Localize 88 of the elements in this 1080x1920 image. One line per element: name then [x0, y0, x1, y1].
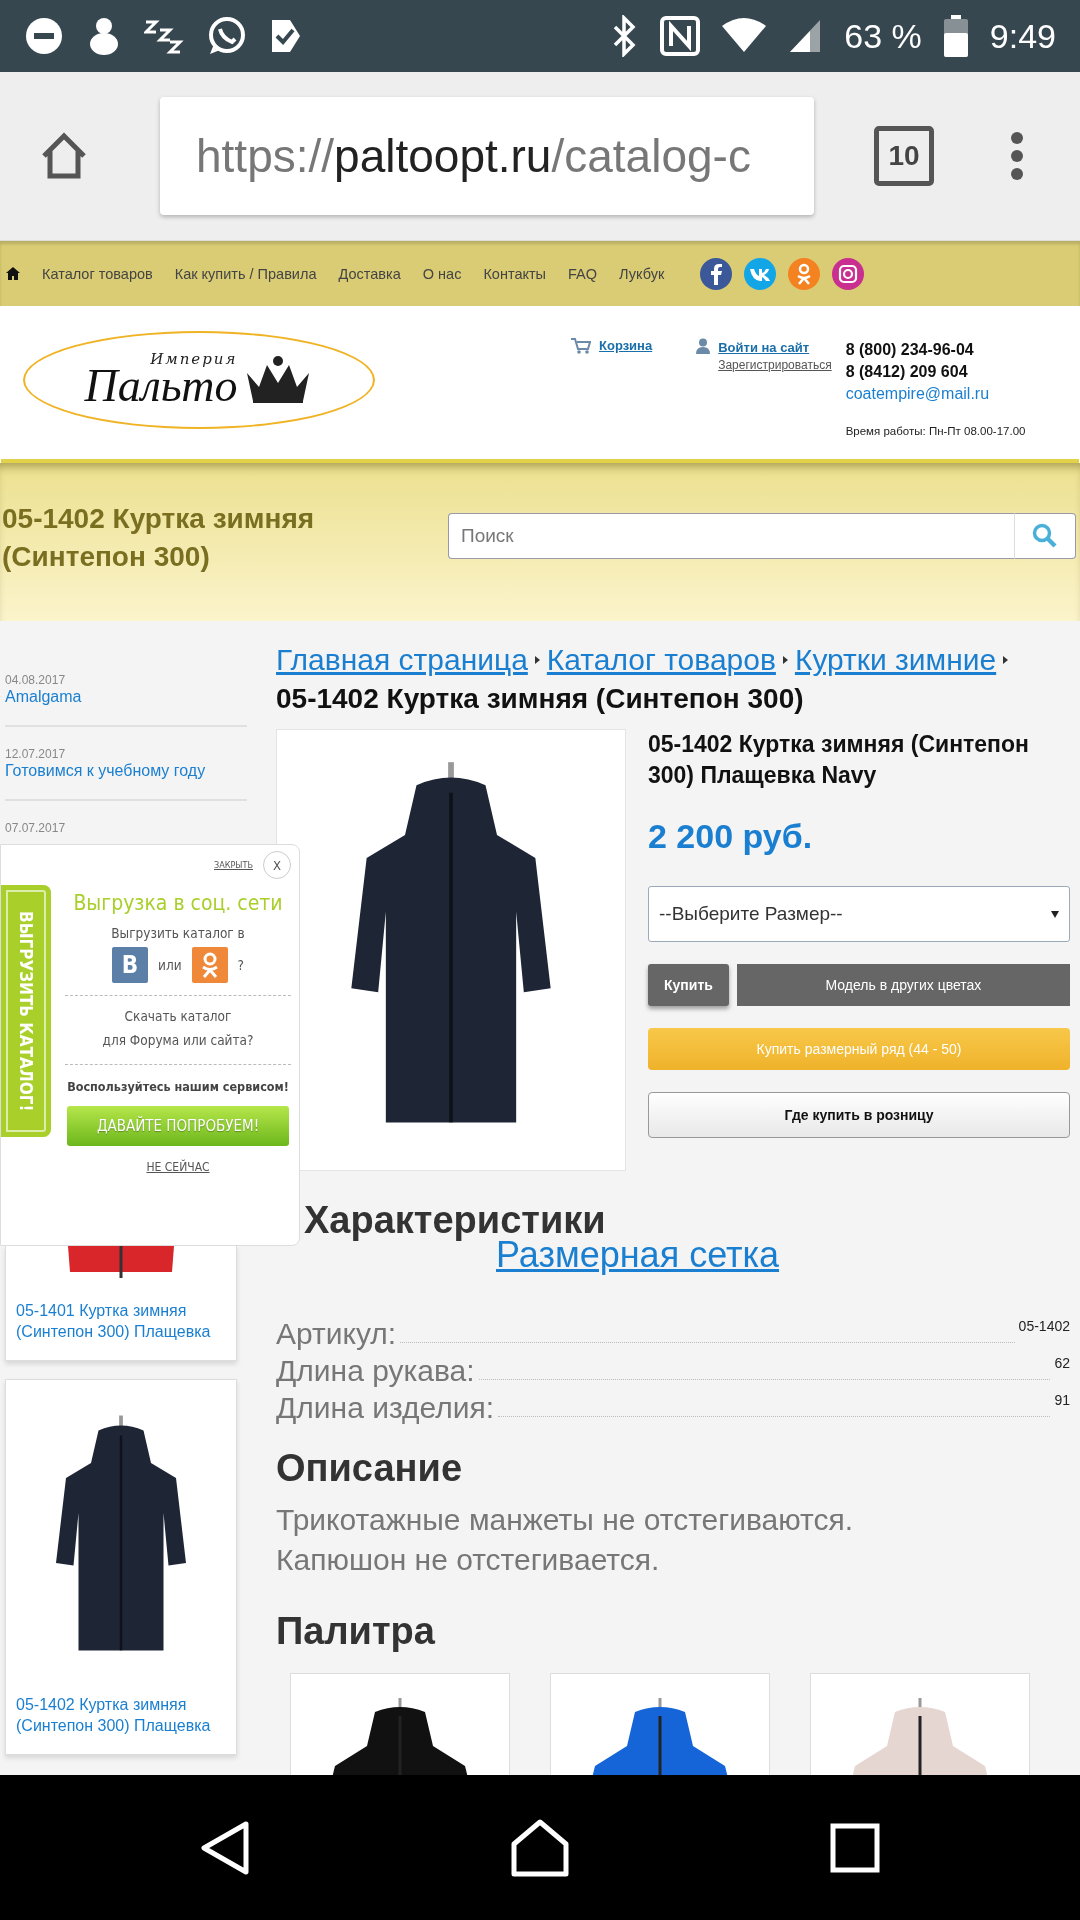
battery-percent: 63 % — [844, 16, 922, 56]
spec-value: 05-1402 — [1018, 1318, 1070, 1334]
register-link[interactable]: Зарегистрироваться — [718, 358, 832, 372]
close-link[interactable]: ЗАКРЫТЬ — [214, 860, 253, 870]
product-name: 05-1402 Куртка зимняя (Синтепон 300) Плащевка Navy — [648, 730, 1030, 790]
vk-icon[interactable] — [744, 257, 777, 290]
vk-logo[interactable]: В — [112, 947, 148, 983]
menu-icon[interactable] — [1010, 131, 1024, 181]
caret-icon — [1051, 910, 1059, 918]
breadcrumb-link[interactable]: Куртки зимние — [794, 643, 997, 677]
product-price: 2 200 руб. — [648, 817, 814, 856]
tab-count-button[interactable]: 10 — [874, 126, 934, 186]
cart-icon — [571, 338, 591, 354]
battery-icon — [943, 15, 968, 57]
page-title: 05-1402 Куртка зимняя (Синтепон 300) — [2, 502, 316, 574]
news-date: 12.07.2017 — [5, 747, 67, 761]
user-icon — [696, 338, 711, 354]
not-now-link[interactable]: НЕ СЕЙЧАС — [146, 1160, 210, 1174]
popup-text: Выгрузить каталог в — [111, 925, 245, 941]
description-text: Капюшон не отстегивается. — [276, 1542, 661, 1578]
spec-label: Длина изделия: — [276, 1391, 495, 1425]
product-card[interactable]: 05-1402 Куртка зимняя (Синтепон 300) Плащевка — [5, 1379, 237, 1755]
spec-value: 62 — [1054, 1355, 1070, 1371]
news-link[interactable]: Amalgama — [5, 687, 247, 707]
nav-link[interactable]: FAQ — [568, 265, 598, 282]
phone-number: 8 (8412) 209 604 — [845, 362, 969, 382]
news-date: 04.08.2017 — [5, 673, 67, 687]
popup-text: или — [158, 957, 182, 973]
search-button[interactable] — [1014, 513, 1076, 559]
phone-number: 8 (800) 234-96-04 — [845, 340, 975, 360]
nav-link[interactable]: Как купить / Правила — [174, 265, 317, 282]
spec-label: Артикул: — [276, 1317, 397, 1351]
color-swatch-card[interactable] — [290, 1673, 510, 1775]
breadcrumb-link[interactable]: Главная страница — [276, 643, 528, 677]
nav-link[interactable]: Каталог товаров — [42, 265, 153, 282]
odnoklassniki-icon[interactable] — [191, 947, 228, 983]
buy-button[interactable]: Купить — [648, 964, 729, 1006]
popup-text: ? — [237, 957, 244, 973]
breadcrumb-arrow-icon — [782, 656, 788, 664]
close-button[interactable]: X — [263, 851, 291, 879]
signal-icon — [788, 18, 823, 54]
other-colors-button[interactable]: Модель в других цветах — [736, 964, 1070, 1006]
nav-link[interactable]: О нас — [422, 265, 462, 282]
cart-link[interactable]: Корзина — [599, 338, 653, 353]
login-link[interactable]: Войти на сайт — [718, 340, 810, 355]
breadcrumb-link[interactable]: Каталог товаров — [546, 643, 776, 677]
product-heading: 05-1402 Куртка зимняя (Синтепон 300) — [276, 683, 805, 715]
nav-link[interactable]: Лукбук — [619, 265, 665, 282]
wifi-icon — [722, 18, 767, 54]
home-icon[interactable] — [510, 1817, 570, 1878]
size-select[interactable]: --Выберите Размер-- — [648, 886, 1070, 942]
site-logo[interactable]: Империя Пальто — [23, 331, 375, 429]
recent-apps-icon[interactable] — [830, 1822, 880, 1873]
facebook-icon[interactable] — [700, 257, 733, 290]
do-not-disturb-icon — [24, 16, 64, 56]
spec-label: Длина рукава: — [276, 1354, 475, 1388]
news-link[interactable]: Готовимся к учебному году — [5, 761, 247, 781]
search-field[interactable]: Поиск — [448, 513, 1014, 559]
retail-button[interactable]: Где купить в розницу — [648, 1092, 1070, 1138]
working-hours: Время работы: Пн-Пт 08.00-17.00 — [845, 425, 1026, 437]
back-icon[interactable] — [200, 1819, 250, 1876]
breadcrumb-arrow-icon — [534, 656, 540, 664]
spec-value: 91 — [1054, 1392, 1070, 1408]
section-heading: Палитра — [276, 1610, 436, 1653]
popup-text: Воспользуйтесь нашим сервисом! — [67, 1079, 289, 1094]
clock-time: 9:49 — [989, 16, 1056, 56]
home-icon[interactable] — [40, 132, 88, 180]
email-link[interactable]: coatempire@mail.ru — [845, 383, 1026, 405]
product-link[interactable]: 05-1402 Куртка зимняя (Синтепон 300) Плащевка — [16, 1694, 226, 1736]
home-icon[interactable] — [6, 267, 20, 280]
color-swatch-card[interactable] — [810, 1673, 1030, 1775]
color-swatch-card[interactable] — [550, 1673, 770, 1775]
product-card[interactable]: 05-1401 Куртка зимняя (Синтепон 300) Плащевка — [5, 1246, 237, 1361]
description-text: Трикотажные манжеты не отстегиваются. — [276, 1502, 855, 1538]
popup-text: Скачать каталог для Форума или сайта? — [102, 1007, 254, 1050]
odnoklassniki-icon[interactable] — [788, 257, 821, 290]
nav-link[interactable]: Доставка — [338, 265, 401, 282]
product-link[interactable]: 05-1401 Куртка зимняя (Синтепон 300) Плащевка — [16, 1300, 226, 1342]
url-field[interactable]: https://paltoopt.ru/catalog-c — [160, 97, 814, 215]
section-heading: Описание — [276, 1447, 464, 1490]
search-icon — [1032, 523, 1058, 549]
breadcrumb-arrow-icon — [1003, 656, 1009, 664]
instagram-icon[interactable] — [832, 257, 865, 290]
nav-link[interactable]: Контакты — [483, 265, 547, 282]
news-date: 07.07.2017 — [5, 821, 67, 835]
chat-icon — [206, 16, 246, 56]
popup-title: Выгрузка в соц. сети — [73, 891, 283, 915]
nfc-icon — [660, 16, 701, 56]
